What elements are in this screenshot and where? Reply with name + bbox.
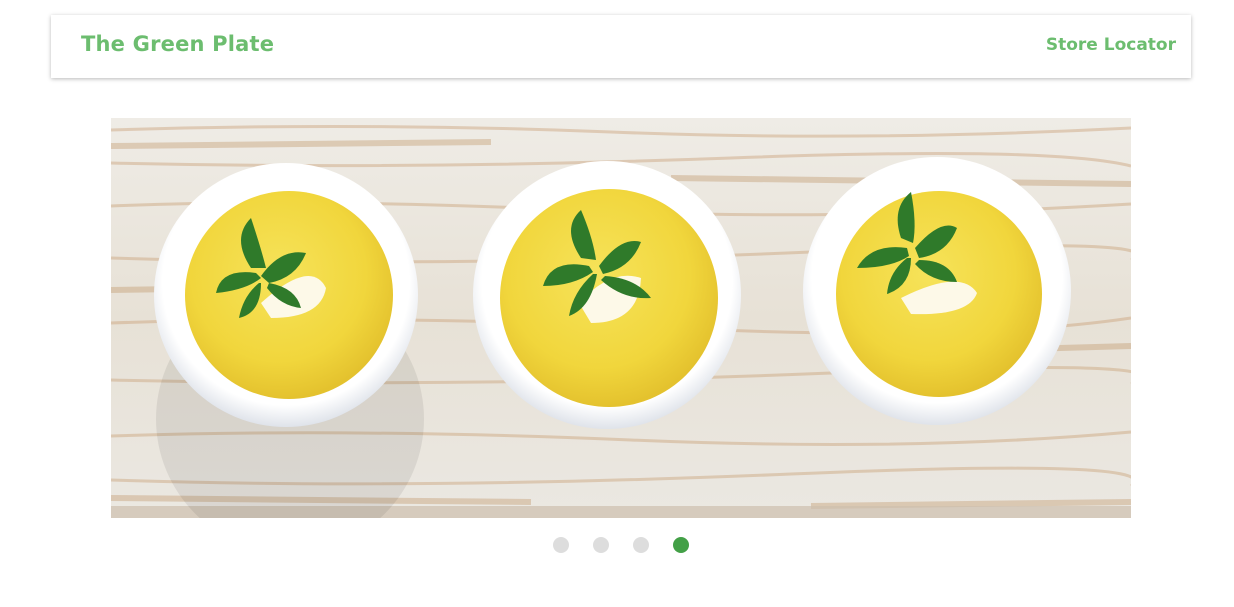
carousel-dot-3[interactable] — [633, 537, 649, 553]
carousel-dot-1[interactable] — [553, 537, 569, 553]
navbar: The Green Plate Store Locator — [51, 15, 1191, 78]
brand-logo-link[interactable]: The Green Plate — [81, 32, 274, 56]
carousel-dot-4-active[interactable] — [673, 537, 689, 553]
store-locator-link[interactable]: Store Locator — [1046, 35, 1176, 55]
image-carousel[interactable] — [111, 118, 1131, 518]
carousel-dot-2[interactable] — [593, 537, 609, 553]
carousel-indicators — [0, 537, 1234, 553]
carousel-slide-soup-bowls — [111, 118, 1131, 518]
